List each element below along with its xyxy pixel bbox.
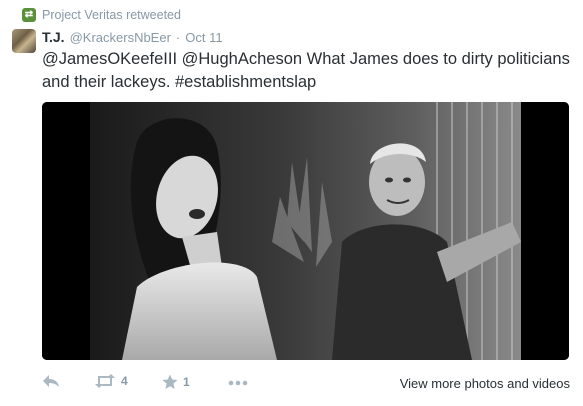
more-dots-icon [228,380,248,386]
retweet-context: ⇄ Project Veritas retweeted [22,6,181,24]
tweet-text-line1: @JamesOKeefeIII @HughAcheson What James … [42,50,570,68]
retweet-button[interactable]: 4 [94,374,128,388]
reply-icon [43,375,59,387]
tweet-header: T.J. @KrackersNbEer · Oct 11 [42,29,223,45]
retweet-count: 4 [121,374,128,388]
tweet-date[interactable]: Oct 11 [185,30,222,45]
view-more-link[interactable]: View more photos and videos [400,376,570,391]
favorite-button[interactable]: 1 [162,374,190,390]
tweet-text: @JamesOKeefeIII @HughAcheson What James … [42,48,572,94]
author-handle[interactable]: @KrackersNbEer [70,30,171,45]
more-button[interactable] [228,380,248,386]
author-name[interactable]: T.J. [42,29,65,45]
favorite-count: 1 [183,375,190,389]
retweet-context-text: Project Veritas retweeted [42,8,181,22]
retweet-icon [95,374,115,388]
tweet-media[interactable] [42,102,569,360]
tweet-text-line2: and their lackeys. #establishmentslap [42,73,317,91]
separator-dot: · [175,30,181,45]
avatar[interactable] [12,29,36,53]
star-icon [162,374,178,389]
photo-image [42,102,569,360]
reply-button[interactable] [42,374,60,388]
retweet-icon: ⇄ [22,8,36,22]
